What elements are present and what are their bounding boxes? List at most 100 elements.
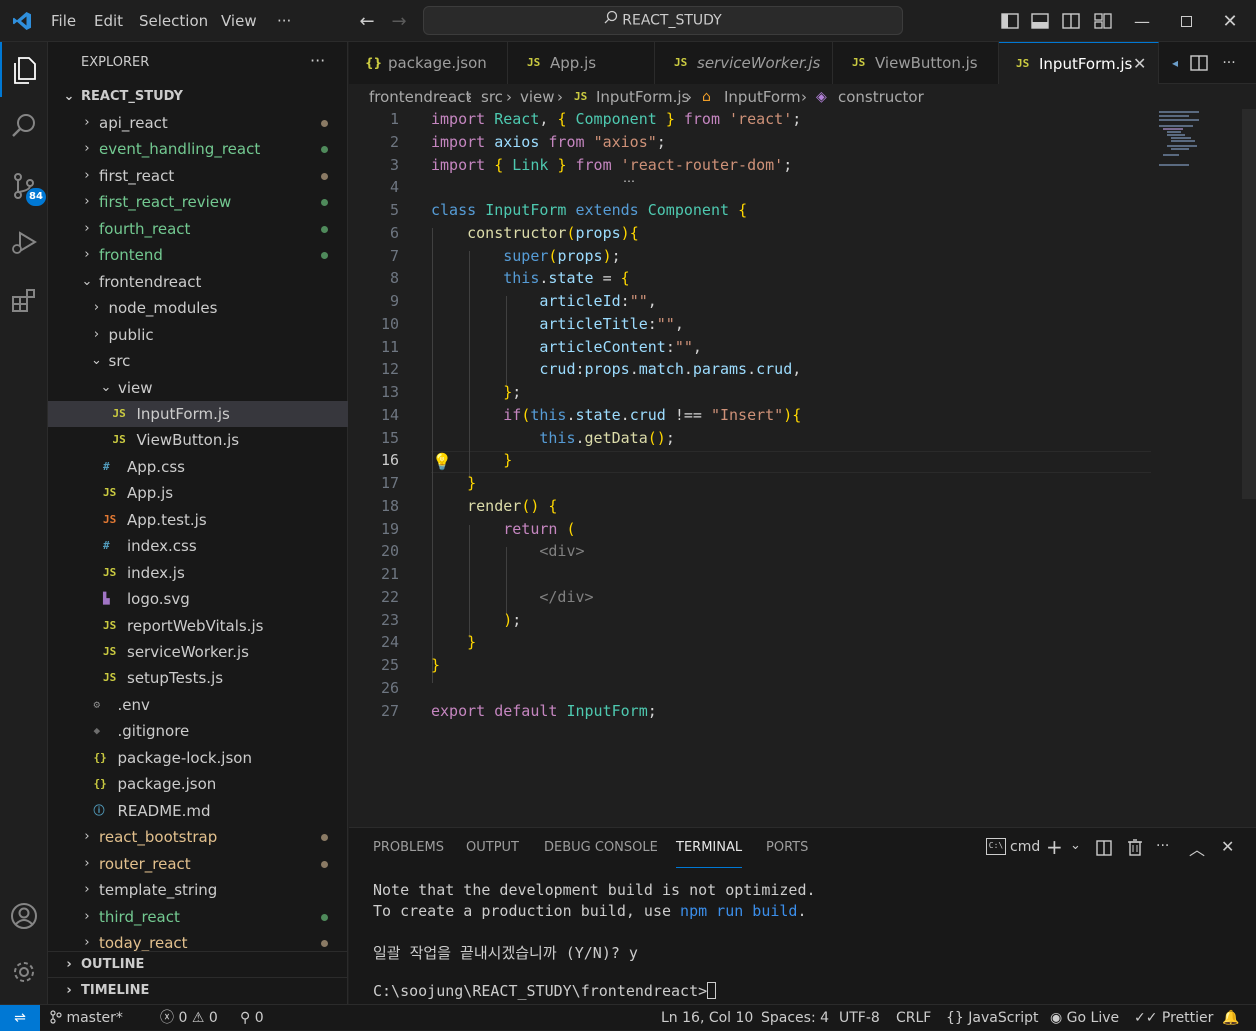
tree-folder[interactable]: › node_modules	[48, 295, 348, 321]
outline-section[interactable]: › OUTLINE	[48, 951, 348, 977]
breadcrumb-item[interactable]: InputForm	[724, 85, 801, 109]
tab-app-js[interactable]: JS App.js	[508, 42, 655, 84]
indentation-status[interactable]: Spaces: 4	[761, 1005, 829, 1031]
remote-indicator-icon[interactable]: ⇌	[0, 1005, 40, 1031]
menu-view[interactable]: View	[221, 0, 257, 42]
tree-folder[interactable]: › third_react	[48, 904, 348, 930]
tree-folder[interactable]: › first_react_review	[48, 189, 348, 215]
ports-status[interactable]: ⚲ 0	[240, 1005, 264, 1031]
tree-folder[interactable]: › frontend	[48, 242, 348, 268]
tree-file[interactable]: ▙ logo.svg	[48, 586, 348, 612]
panel-tab-debug-console[interactable]: DEBUG CONSOLE	[544, 828, 658, 868]
tree-file[interactable]: JS index.js	[48, 560, 348, 586]
cursor-position[interactable]: Ln 16, Col 10	[661, 1005, 753, 1031]
chevron-down-icon[interactable]: ⌄	[1070, 838, 1081, 853]
tree-file[interactable]: ⚙ .env	[48, 692, 348, 718]
tree-folder[interactable]: ⌄ src	[48, 348, 348, 374]
vertical-scrollbar[interactable]	[1242, 109, 1256, 499]
tree-folder[interactable]: ⌄ frontendreact	[48, 269, 348, 295]
tab-package-json[interactable]: {} package.json	[349, 42, 508, 84]
close-tab-icon[interactable]: ✕	[1133, 43, 1146, 85]
tree-file[interactable]: JS InputForm.js	[48, 400, 348, 427]
run-debug-icon[interactable]	[0, 218, 48, 266]
breadcrumb-item[interactable]: view	[520, 85, 555, 109]
panel-tab-ports[interactable]: PORTS	[766, 828, 808, 868]
customize-layout-icon[interactable]	[1091, 0, 1115, 42]
tree-folder[interactable]: › react_bootstrap	[48, 824, 348, 850]
tree-folder[interactable]: ⌄ view	[48, 375, 348, 401]
toggle-primary-sidebar-icon[interactable]	[998, 0, 1022, 42]
command-center-search[interactable]: REACT_STUDY	[423, 6, 903, 35]
tree-file[interactable]: JS setupTests.js	[48, 665, 348, 691]
tree-folder[interactable]: › fourth_react	[48, 216, 348, 242]
menu-edit[interactable]: Edit	[94, 0, 123, 42]
overflow-tab-fragment[interactable]: ◂	[1172, 42, 1178, 84]
extensions-icon[interactable]	[0, 276, 48, 324]
panel-tab-problems[interactable]: PROBLEMS	[373, 828, 444, 868]
notifications-bell-icon[interactable]: 🔔	[1222, 1005, 1239, 1031]
menu-selection[interactable]: Selection	[139, 0, 208, 42]
tree-folder[interactable]: › event_handling_react	[48, 136, 348, 162]
breadcrumb-item[interactable]: src	[481, 85, 503, 109]
tree-file[interactable]: {} package.json	[48, 771, 348, 797]
tree-folder[interactable]: › public	[48, 322, 348, 348]
minimap[interactable]	[1159, 109, 1219, 171]
menu-file[interactable]: File	[51, 0, 76, 42]
toggle-panel-icon[interactable]	[1028, 0, 1052, 42]
back-arrow-icon[interactable]: ←	[355, 0, 379, 42]
accounts-icon[interactable]	[0, 892, 48, 940]
language-status[interactable]: {} JavaScript	[946, 1005, 1038, 1031]
problems-status[interactable]: ⓧ 0 ⚠ 0	[160, 1005, 218, 1031]
tab-inputform-js[interactable]: JS InputForm.js ✕	[999, 42, 1159, 84]
tree-file[interactable]: JS ViewButton.js	[48, 427, 348, 453]
tree-file[interactable]: ⓘ README.md	[48, 798, 348, 824]
tree-folder[interactable]: › api_react	[48, 110, 348, 136]
explorer-icon[interactable]	[0, 46, 48, 94]
tree-folder[interactable]: › first_react	[48, 163, 348, 189]
terminal-prompt[interactable]: C:\soojung\REACT_STUDY\frontendreact>	[373, 982, 717, 1000]
prettier-status[interactable]: ✓✓ Prettier	[1134, 1005, 1213, 1031]
panel-more-icon[interactable]: ···	[1156, 838, 1169, 854]
tree-folder[interactable]: › router_react	[48, 851, 348, 877]
panel-tab-output[interactable]: OUTPUT	[466, 828, 519, 868]
split-terminal-icon[interactable]	[1096, 840, 1112, 860]
forward-arrow-icon[interactable]: →	[387, 0, 411, 42]
terminal-shell-name[interactable]: cmd	[1010, 839, 1040, 855]
lightbulb-icon[interactable]: 💡	[432, 452, 452, 471]
split-editor-icon[interactable]	[1185, 42, 1213, 84]
tree-file[interactable]: JS reportWebVitals.js	[48, 613, 348, 639]
minimize-icon[interactable]: —	[1122, 0, 1162, 42]
explorer-more-button[interactable]: ···	[310, 51, 325, 70]
tab-viewbutton-js[interactable]: JS ViewButton.js	[833, 42, 999, 84]
toggle-secondary-sidebar-icon[interactable]	[1059, 0, 1083, 42]
breadcrumb-item[interactable]: constructor	[838, 85, 924, 109]
tree-file[interactable]: JS App.js	[48, 480, 348, 506]
tree-file[interactable]: {} package-lock.json	[48, 745, 348, 771]
panel-tab-terminal[interactable]: TERMINAL	[676, 828, 743, 868]
workspace-root[interactable]: ⌄ REACT_STUDY	[48, 84, 348, 110]
trash-icon[interactable]	[1127, 839, 1143, 860]
eol-status[interactable]: CRLF	[896, 1005, 931, 1031]
maximize-panel-chevron-up-icon[interactable]: ︿	[1189, 836, 1205, 860]
tree-file[interactable]: JS serviceWorker.js	[48, 639, 348, 665]
close-window-icon[interactable]: ✕	[1210, 0, 1250, 42]
menu-more[interactable]: ···	[277, 0, 291, 42]
code-editor[interactable]: 1 2 3 4 5 6 7 8 9 10 11 12 13 14 15 16 17 18 19 20 21 22 23 24 2…	[349, 109, 1256, 826]
tree-file[interactable]: # index.css	[48, 533, 348, 559]
maximize-icon[interactable]	[1166, 0, 1206, 42]
editor-more-icon[interactable]: ···	[1215, 42, 1243, 84]
search-activity-icon[interactable]	[0, 102, 48, 150]
branch-status[interactable]: master*	[50, 1005, 123, 1031]
breadcrumb-item[interactable]: frontendreact	[369, 85, 471, 109]
new-terminal-plus-icon[interactable]: +	[1046, 835, 1063, 859]
settings-gear-icon[interactable]	[0, 948, 48, 996]
tree-file[interactable]: JS App.test.js	[48, 507, 348, 533]
timeline-section[interactable]: › TIMELINE	[48, 977, 348, 1003]
tree-file[interactable]: ◆ .gitignore	[48, 718, 348, 744]
go-live-status[interactable]: ◉ Go Live	[1050, 1005, 1119, 1031]
tree-folder[interactable]: › template_string	[48, 877, 348, 903]
close-panel-icon[interactable]: ✕	[1221, 837, 1234, 856]
encoding-status[interactable]: UTF-8	[839, 1005, 880, 1031]
breadcrumb-item[interactable]: InputForm.js	[596, 85, 689, 109]
tree-file[interactable]: # App.css	[48, 454, 348, 480]
